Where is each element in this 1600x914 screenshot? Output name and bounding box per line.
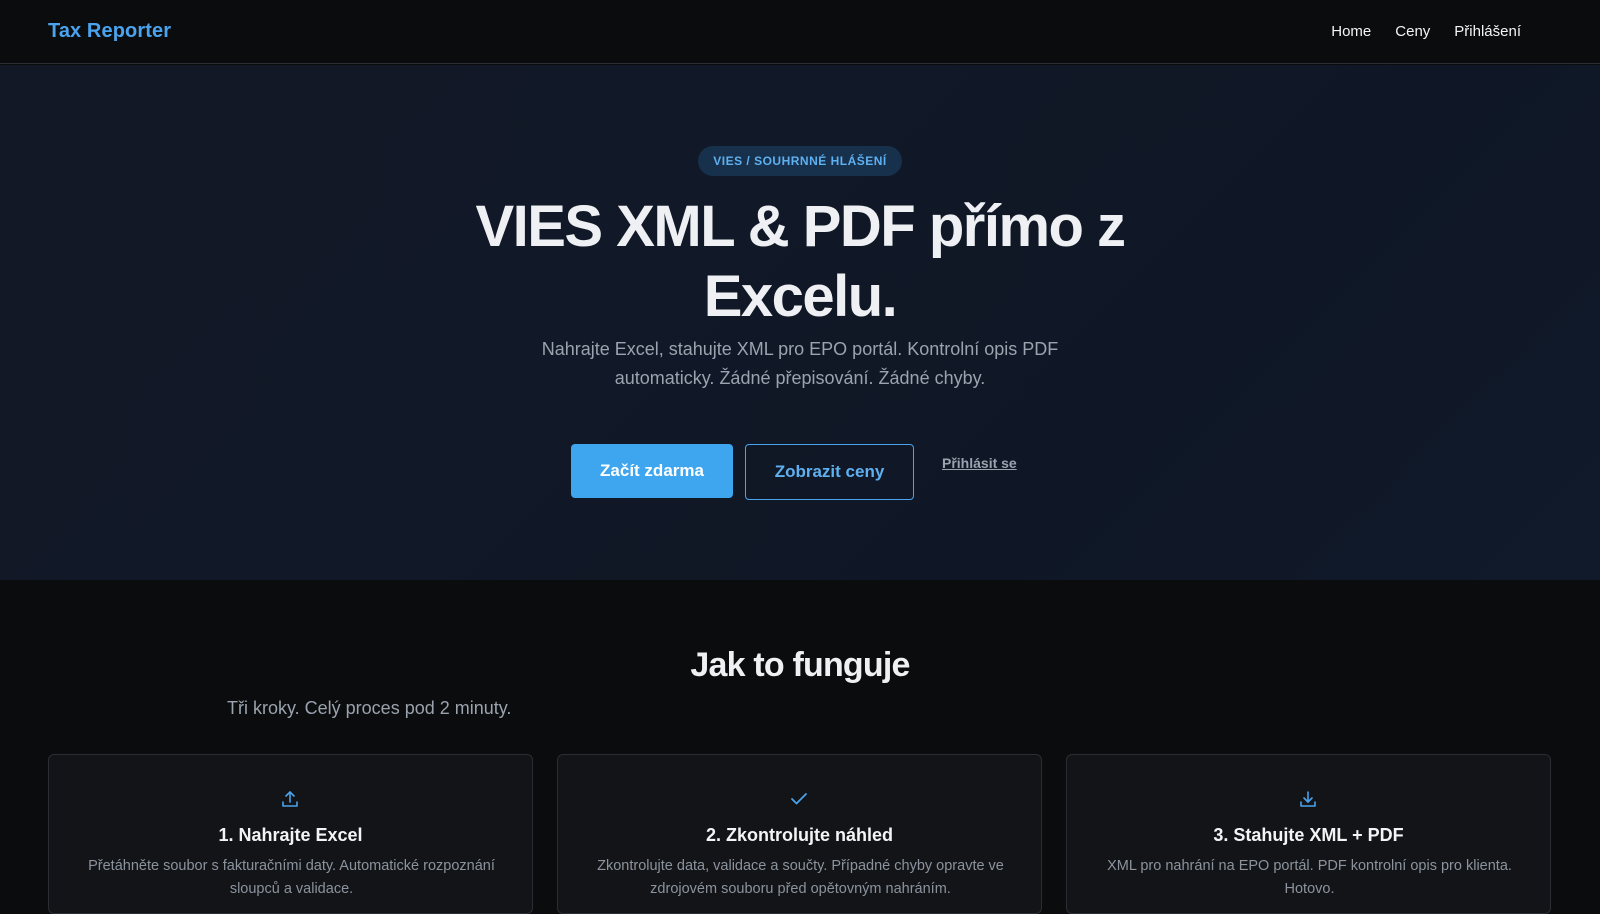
hero-title: VIES XML & PDF přímo z Excelu. — [475, 194, 1126, 329]
nav-link-pricing[interactable]: Ceny — [1395, 23, 1430, 40]
hero-badge: VIES / SOUHRNNÉ HLÁŠENÍ — [698, 146, 902, 176]
nav-link-login[interactable]: Přihlášení — [1454, 23, 1521, 40]
start-free-button[interactable]: Začít zdarma — [571, 444, 733, 498]
step-title: 2. Zkontrolujte náhled — [705, 825, 893, 845]
view-pricing-button[interactable]: Zobrazit ceny — [745, 444, 914, 500]
brand-logo[interactable]: Tax Reporter — [48, 20, 171, 43]
step-text: Zkontrolujte data, validace a součty. Př… — [597, 858, 1004, 897]
nav-link-home[interactable]: Home — [1331, 23, 1371, 40]
how-it-works-section: Jak to funguje Tři kroky. Celý proces po… — [0, 580, 1600, 914]
how-it-works-title: Jak to funguje — [690, 646, 910, 684]
step-card-upload: 1. Nahrajte Excel Přetáhněte soubor s fa… — [48, 754, 533, 914]
step-text: Přetáhněte soubor s fakturačními daty. A… — [88, 858, 495, 897]
download-icon — [1296, 787, 1320, 811]
step-text: XML pro nahrání na EPO portál. PDF kontr… — [1107, 858, 1512, 897]
login-link[interactable]: Přihlásit se — [942, 455, 1017, 471]
navbar: Tax Reporter Home Ceny Přihlášení — [0, 0, 1600, 64]
upload-icon — [278, 787, 302, 811]
step-title: 3. Stahujte XML + PDF — [1213, 825, 1404, 845]
nav-links: Home Ceny Přihlášení — [1331, 23, 1521, 40]
hero-subtitle: Nahrajte Excel, stahujte XML pro EPO por… — [541, 339, 1059, 388]
step-card-review: 2. Zkontrolujte náhled Zkontrolujte data… — [557, 754, 1042, 914]
how-it-works-subtitle: Tři kroky. Celý proces pod 2 minuty. — [227, 698, 512, 718]
step-card-download: 3. Stahujte XML + PDF XML pro nahrání na… — [1066, 754, 1551, 914]
step-title: 1. Nahrajte Excel — [218, 825, 363, 845]
hero-section: VIES / SOUHRNNÉ HLÁŠENÍ VIES XML & PDF p… — [0, 65, 1600, 580]
check-icon — [787, 787, 811, 811]
